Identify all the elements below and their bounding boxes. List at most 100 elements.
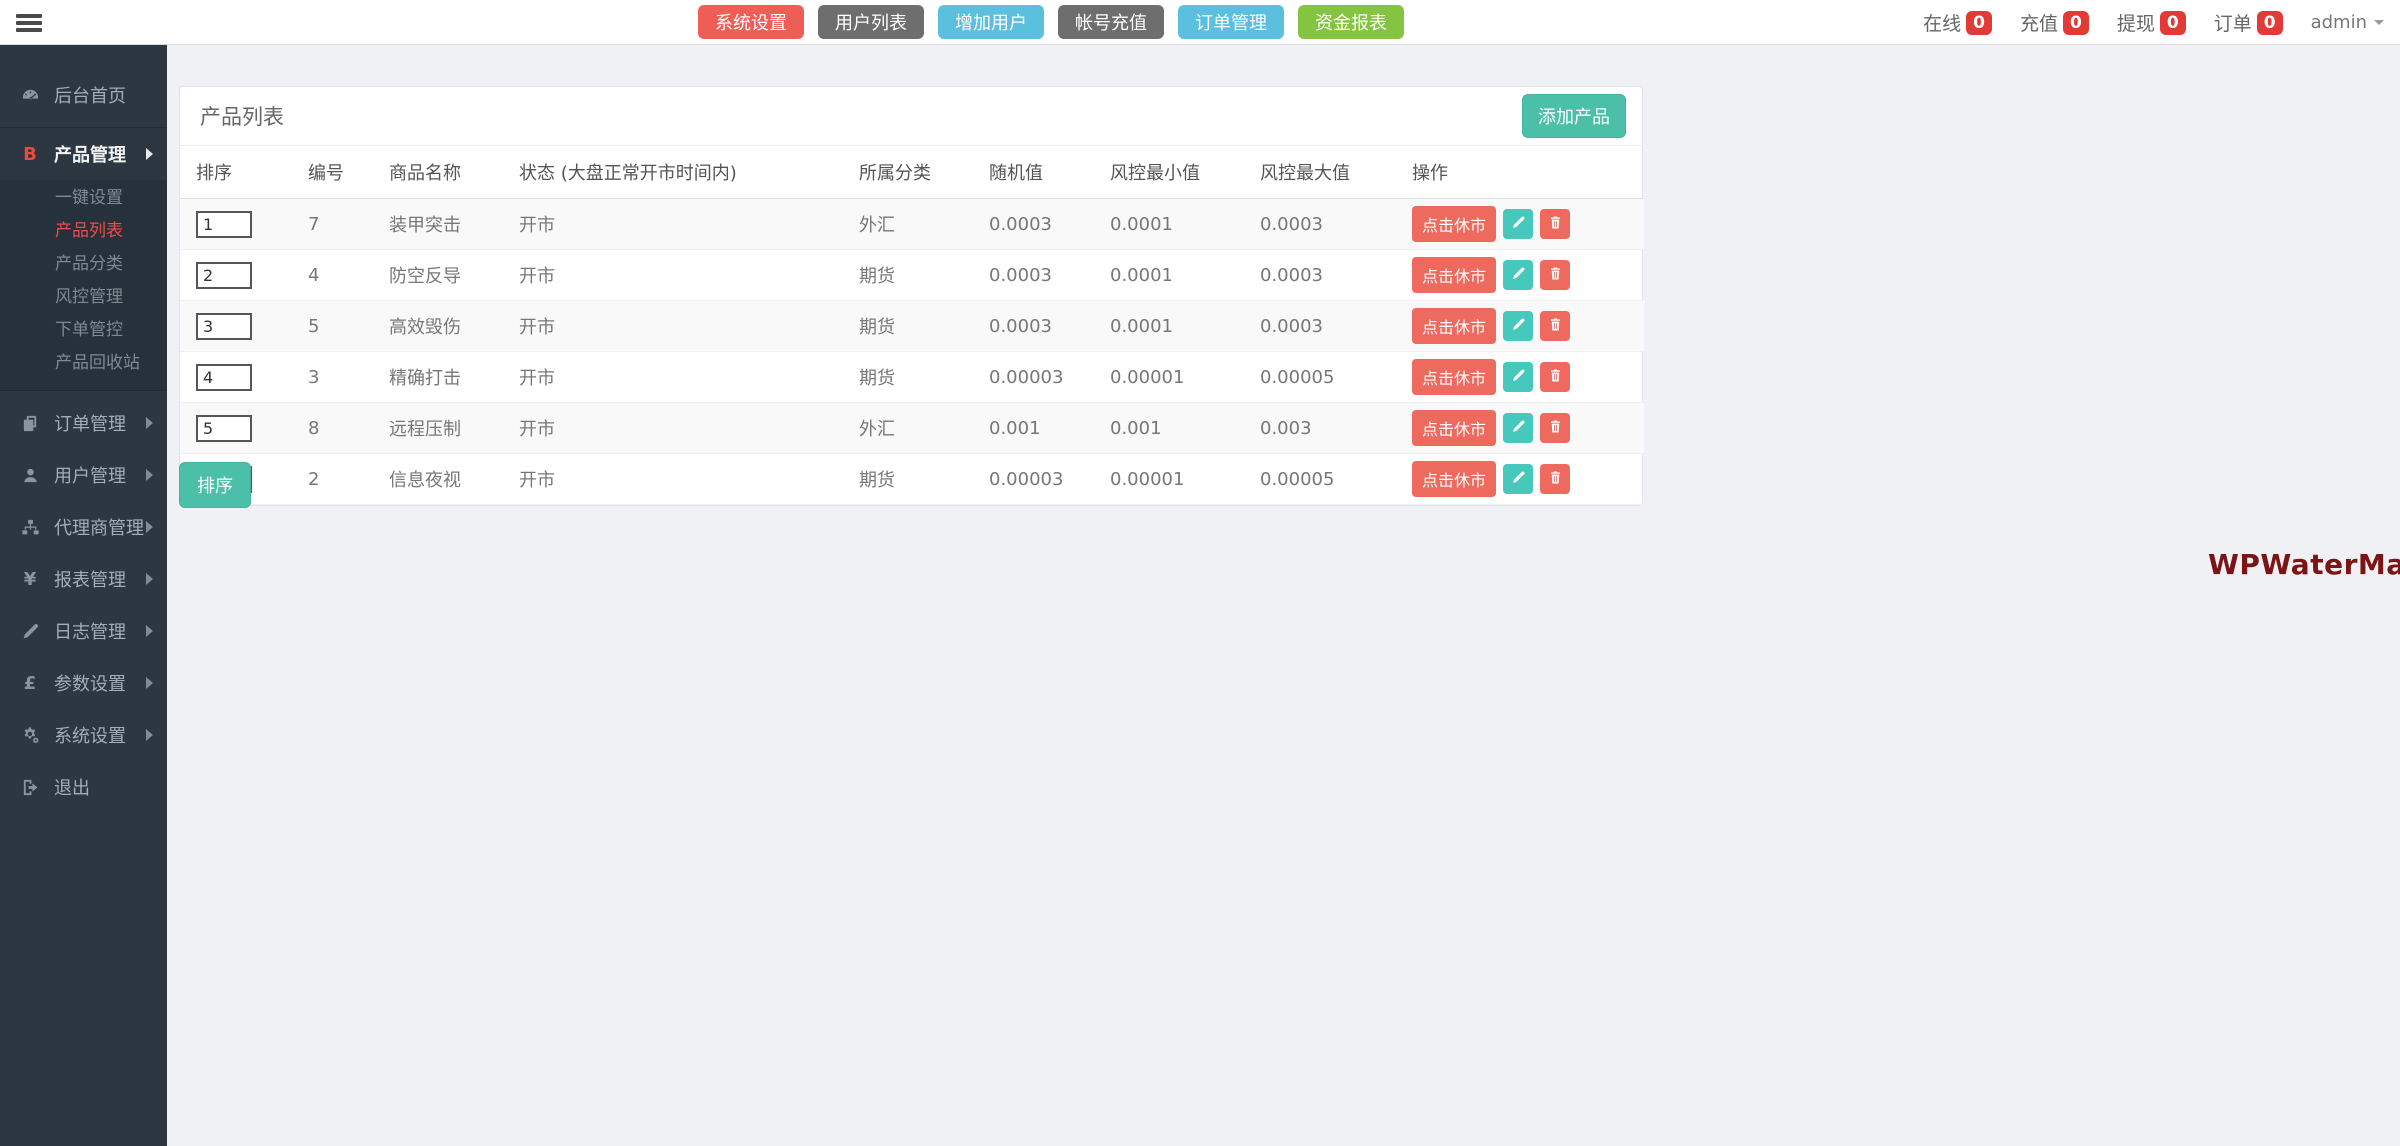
random-cell: 0.0003	[981, 301, 1102, 352]
quick-button-4[interactable]: 帐号充值	[1058, 5, 1164, 39]
table-column-header: 所属分类	[851, 146, 981, 199]
sidebar-item-label: 后台首页	[54, 82, 126, 108]
sidebar-item-order-management[interactable]: 订单管理	[0, 397, 167, 449]
trash-icon	[1548, 317, 1563, 335]
delete-button[interactable]	[1540, 209, 1570, 239]
sidebar-item-logout[interactable]: 退出	[0, 761, 167, 813]
close-market-button[interactable]: 点击休市	[1412, 308, 1496, 344]
quick-button-1[interactable]: 系统设置	[698, 5, 804, 39]
topbar-stat-4[interactable]: 订单0	[2214, 9, 2283, 36]
bitcoin-icon: B	[18, 144, 42, 165]
delete-button[interactable]	[1540, 362, 1570, 392]
close-market-button[interactable]: 点击休市	[1412, 410, 1496, 446]
close-market-button[interactable]: 点击休市	[1412, 461, 1496, 497]
admin-dropdown[interactable]: admin	[2311, 12, 2384, 33]
sort-input[interactable]	[196, 364, 252, 391]
status-cell: 开市	[511, 301, 851, 352]
sort-cell	[180, 352, 300, 403]
quick-button-3[interactable]: 增加用户	[938, 5, 1044, 39]
stat-badge: 0	[2160, 11, 2186, 35]
stat-label: 在线	[1923, 9, 1961, 36]
close-market-button[interactable]: 点击休市	[1412, 359, 1496, 395]
edit-button[interactable]	[1503, 413, 1533, 443]
quick-button-6[interactable]: 资金报表	[1298, 5, 1404, 39]
no-cell: 4	[300, 250, 381, 301]
random-cell: 0.00003	[981, 454, 1102, 505]
table-row: 2信息夜视开市期货0.000030.000010.00005点击休市	[180, 454, 1644, 505]
risk-min-cell: 0.00001	[1102, 352, 1252, 403]
chevron-right-icon	[146, 148, 153, 160]
dashboard-icon	[18, 86, 42, 105]
random-cell: 0.0003	[981, 199, 1102, 250]
stat-label: 充值	[2020, 9, 2058, 36]
sidebar-item-product-management[interactable]: B产品管理	[0, 128, 167, 180]
sort-button[interactable]: 排序	[179, 462, 251, 508]
sidebar-item-log-management[interactable]: 日志管理	[0, 605, 167, 657]
sidebar-subitem-order-control[interactable]: 下单管控	[0, 314, 167, 347]
quick-button-5[interactable]: 订单管理	[1178, 5, 1284, 39]
topbar-stat-3[interactable]: 提现0	[2117, 9, 2186, 36]
chevron-right-icon	[146, 677, 153, 689]
table-row: 7装甲突击开市外汇0.00030.00010.0003点击休市	[180, 199, 1644, 250]
chevron-right-icon	[146, 625, 153, 637]
sidebar-subitem-risk-management[interactable]: 风控管理	[0, 281, 167, 314]
sidebar-item-parameter-settings[interactable]: £参数设置	[0, 657, 167, 709]
sidebar-subitem-product-recycle-bin[interactable]: 产品回收站	[0, 347, 167, 380]
sidebar-item-label: 报表管理	[54, 566, 126, 592]
sidebar-subitem-product-category[interactable]: 产品分类	[0, 248, 167, 281]
risk-min-cell: 0.0001	[1102, 301, 1252, 352]
delete-button[interactable]	[1540, 464, 1570, 494]
sidebar-subitem-product-list[interactable]: 产品列表	[0, 215, 167, 248]
topbar-right: 在线0充值0提现0订单0 admin	[1923, 0, 2384, 45]
sidebar-item-user-management[interactable]: 用户管理	[0, 449, 167, 501]
sidebar-submenu: 一键设置产品列表产品分类风控管理下单管控产品回收站	[0, 180, 167, 390]
topbar-quick-buttons: 系统设置用户列表增加用户帐号充值订单管理资金报表	[698, 5, 1404, 39]
sort-input[interactable]	[196, 262, 252, 289]
table-column-header: 商品名称	[381, 146, 511, 199]
random-cell: 0.0003	[981, 250, 1102, 301]
sidebar-item-label: 参数设置	[54, 670, 126, 696]
close-market-button[interactable]: 点击休市	[1412, 206, 1496, 242]
stat-badge: 0	[2063, 11, 2089, 35]
actions-cell: 点击休市	[1404, 301, 1644, 352]
risk-min-cell: 0.00001	[1102, 454, 1252, 505]
user-icon	[18, 466, 42, 485]
sidebar-subitem-one-key-settings[interactable]: 一键设置	[0, 182, 167, 215]
add-product-button[interactable]: 添加产品	[1522, 94, 1626, 138]
sort-input[interactable]	[196, 211, 252, 238]
topbar-stat-1[interactable]: 在线0	[1923, 9, 1992, 36]
quick-button-2[interactable]: 用户列表	[818, 5, 924, 39]
delete-button[interactable]	[1540, 260, 1570, 290]
risk-max-cell: 0.00005	[1252, 352, 1404, 403]
edit-button[interactable]	[1503, 362, 1533, 392]
close-market-button[interactable]: 点击休市	[1412, 257, 1496, 293]
name-cell: 防空反导	[381, 250, 511, 301]
delete-button[interactable]	[1540, 311, 1570, 341]
topbar-stat-2[interactable]: 充值0	[2020, 9, 2089, 36]
edit-button[interactable]	[1503, 311, 1533, 341]
sort-input[interactable]	[196, 313, 252, 340]
sort-input[interactable]	[196, 415, 252, 442]
pencil-icon	[1511, 470, 1526, 488]
edit-button[interactable]	[1503, 464, 1533, 494]
delete-button[interactable]	[1540, 413, 1570, 443]
menu-toggle-icon[interactable]	[16, 11, 42, 35]
sidebar-item-agent-management[interactable]: 代理商管理	[0, 501, 167, 553]
random-cell: 0.001	[981, 403, 1102, 454]
table-column-header: 操作	[1404, 146, 1644, 199]
table-column-header: 风控最大值	[1252, 146, 1404, 199]
table-column-header: 编号	[300, 146, 381, 199]
table-column-header: 风控最小值	[1102, 146, 1252, 199]
status-cell: 开市	[511, 250, 851, 301]
sidebar-item-system-settings[interactable]: 系统设置	[0, 709, 167, 761]
edit-button[interactable]	[1503, 209, 1533, 239]
sidebar-item-report-management[interactable]: ¥报表管理	[0, 553, 167, 605]
chevron-right-icon	[146, 417, 153, 429]
sidebar-item-label: 代理商管理	[54, 514, 144, 540]
risk-max-cell: 0.00005	[1252, 454, 1404, 505]
sidebar-item-label: 用户管理	[54, 462, 126, 488]
sidebar-item-dashboard[interactable]: 后台首页	[0, 69, 167, 121]
edit-button[interactable]	[1503, 260, 1533, 290]
status-cell: 开市	[511, 199, 851, 250]
sidebar-item-label: 系统设置	[54, 722, 126, 748]
